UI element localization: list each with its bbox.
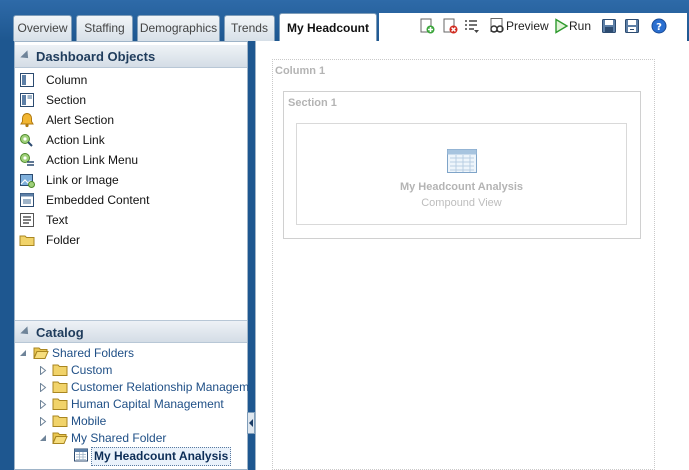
- dashboard-objects-header[interactable]: Dashboard Objects: [15, 45, 247, 68]
- catalog-folder-crm[interactable]: Customer Relationship Management: [39, 379, 266, 396]
- folder-icon: [19, 235, 35, 246]
- column-icon: [20, 73, 34, 87]
- catalog-folder-label: My Shared Folder: [71, 431, 167, 445]
- section-icon: [20, 93, 34, 107]
- dashboard-object-label: Section: [46, 93, 87, 107]
- dashboard-object-label: Link or Image: [46, 173, 119, 187]
- dashboard-object-section[interactable]: Section: [19, 90, 239, 110]
- preview-icon[interactable]: [489, 18, 505, 34]
- dashboard-toolbar: Preview Run ?: [379, 13, 687, 41]
- open-folder-icon: [33, 347, 49, 359]
- dashboard-object-alert-section[interactable]: Alert Section: [19, 110, 239, 130]
- selected-catalog-item-label: My Headcount Analysis: [91, 447, 232, 466]
- tab-staffing[interactable]: Staffing: [76, 15, 133, 41]
- catalog-folder-custom[interactable]: Custom: [39, 362, 239, 379]
- folder-icon: [52, 381, 68, 393]
- left-pane: Dashboard Objects Column Section Alert S…: [14, 41, 266, 470]
- analysis-subtitle: Compound View: [421, 197, 502, 209]
- catalog-folder-my-shared-folder[interactable]: My Shared Folder: [39, 430, 239, 447]
- svg-text:?: ?: [656, 22, 662, 33]
- dashboard-object-label: Action Link Menu: [46, 153, 139, 167]
- analysis-title: My Headcount Analysis: [399, 181, 524, 193]
- collapsed-triangle-icon[interactable]: [39, 383, 47, 392]
- dashboard-object-label: Text: [46, 213, 69, 227]
- column-title: Column 1: [275, 65, 326, 77]
- compound-view-icon: [447, 149, 477, 173]
- collapse-triangle-icon[interactable]: [20, 326, 32, 338]
- catalog-folder-hcm[interactable]: Human Capital Management: [39, 396, 239, 413]
- dashboard-object-action-link-menu[interactable]: Action Link Menu: [19, 150, 239, 170]
- dashboard-object-label: Alert Section: [46, 113, 115, 127]
- embedded-content-icon: [20, 193, 34, 207]
- properties-list-icon[interactable]: [463, 18, 479, 34]
- dashboard-object-embedded-content[interactable]: Embedded Content: [19, 190, 239, 210]
- catalog-folder-label: Custom: [71, 363, 113, 377]
- add-page-icon[interactable]: [419, 18, 435, 34]
- run-icon[interactable]: [553, 18, 569, 34]
- folder-icon: [52, 364, 68, 376]
- dashboard-objects-title: Dashboard Objects: [36, 49, 156, 64]
- catalog-folder-label: Mobile: [71, 414, 107, 428]
- tab-bar: Overview Staffing Demographics Trends My…: [0, 0, 689, 41]
- dashboard-object-label: Embedded Content: [46, 193, 150, 207]
- alert-bell-icon: [20, 112, 34, 128]
- action-link-icon: [20, 134, 33, 147]
- text-icon: [20, 213, 34, 227]
- folder-icon: [52, 398, 68, 410]
- delete-page-icon[interactable]: [442, 18, 458, 34]
- tab-my-headcount[interactable]: My Headcount: [279, 13, 377, 41]
- save-icon[interactable]: [601, 18, 617, 34]
- collapse-pane-handle[interactable]: [247, 412, 255, 434]
- collapse-triangle-icon[interactable]: [20, 50, 32, 62]
- analysis-container[interactable]: [296, 123, 627, 225]
- catalog-root-label: Shared Folders: [52, 346, 135, 360]
- dashboard-object-link-or-image[interactable]: Link or Image: [19, 170, 239, 190]
- link-image-icon: [20, 174, 35, 188]
- tab-demographics[interactable]: Demographics: [137, 15, 220, 41]
- expanded-triangle-icon[interactable]: [19, 349, 27, 358]
- dashboard-object-column[interactable]: Column: [19, 70, 239, 90]
- dashboard-object-label: Action Link: [46, 133, 105, 147]
- open-folder-icon: [52, 432, 68, 444]
- catalog-title: Catalog: [36, 325, 84, 340]
- catalog-folder-label: Customer Relationship Management: [71, 380, 266, 394]
- analysis-icon: [74, 448, 88, 462]
- dashboard-object-label: Folder: [46, 233, 81, 247]
- dashboard-object-text[interactable]: Text: [19, 210, 239, 230]
- catalog-folder-label: Human Capital Management: [71, 397, 224, 411]
- action-link-menu-icon: [20, 153, 34, 166]
- catalog-folder-mobile[interactable]: Mobile: [39, 413, 239, 430]
- dashboard-canvas: Column 1 Section 1 My Headcount Analysis…: [255, 41, 689, 470]
- catalog-item-my-headcount-analysis[interactable]: My Headcount Analysis: [73, 447, 233, 466]
- help-icon[interactable]: ?: [651, 18, 667, 34]
- tab-trends[interactable]: Trends: [224, 15, 275, 41]
- collapsed-triangle-icon[interactable]: [39, 417, 47, 426]
- save-as-icon[interactable]: [624, 18, 640, 34]
- expanded-triangle-icon[interactable]: [39, 434, 47, 443]
- catalog-header[interactable]: Catalog: [15, 320, 247, 343]
- run-button[interactable]: Run: [569, 19, 591, 33]
- dashboard-object-label: Column: [46, 73, 88, 87]
- folder-icon: [52, 415, 68, 427]
- tab-overview[interactable]: Overview: [13, 15, 72, 41]
- dashboard-object-action-link[interactable]: Action Link: [19, 130, 239, 150]
- collapsed-triangle-icon[interactable]: [39, 366, 47, 375]
- section-title: Section 1: [288, 97, 337, 109]
- catalog-root-shared-folders[interactable]: Shared Folders: [19, 345, 239, 362]
- collapsed-triangle-icon[interactable]: [39, 400, 47, 409]
- dashboard-object-folder[interactable]: Folder: [19, 230, 239, 250]
- pane-splitter[interactable]: [248, 41, 255, 470]
- preview-button[interactable]: Preview: [506, 19, 549, 33]
